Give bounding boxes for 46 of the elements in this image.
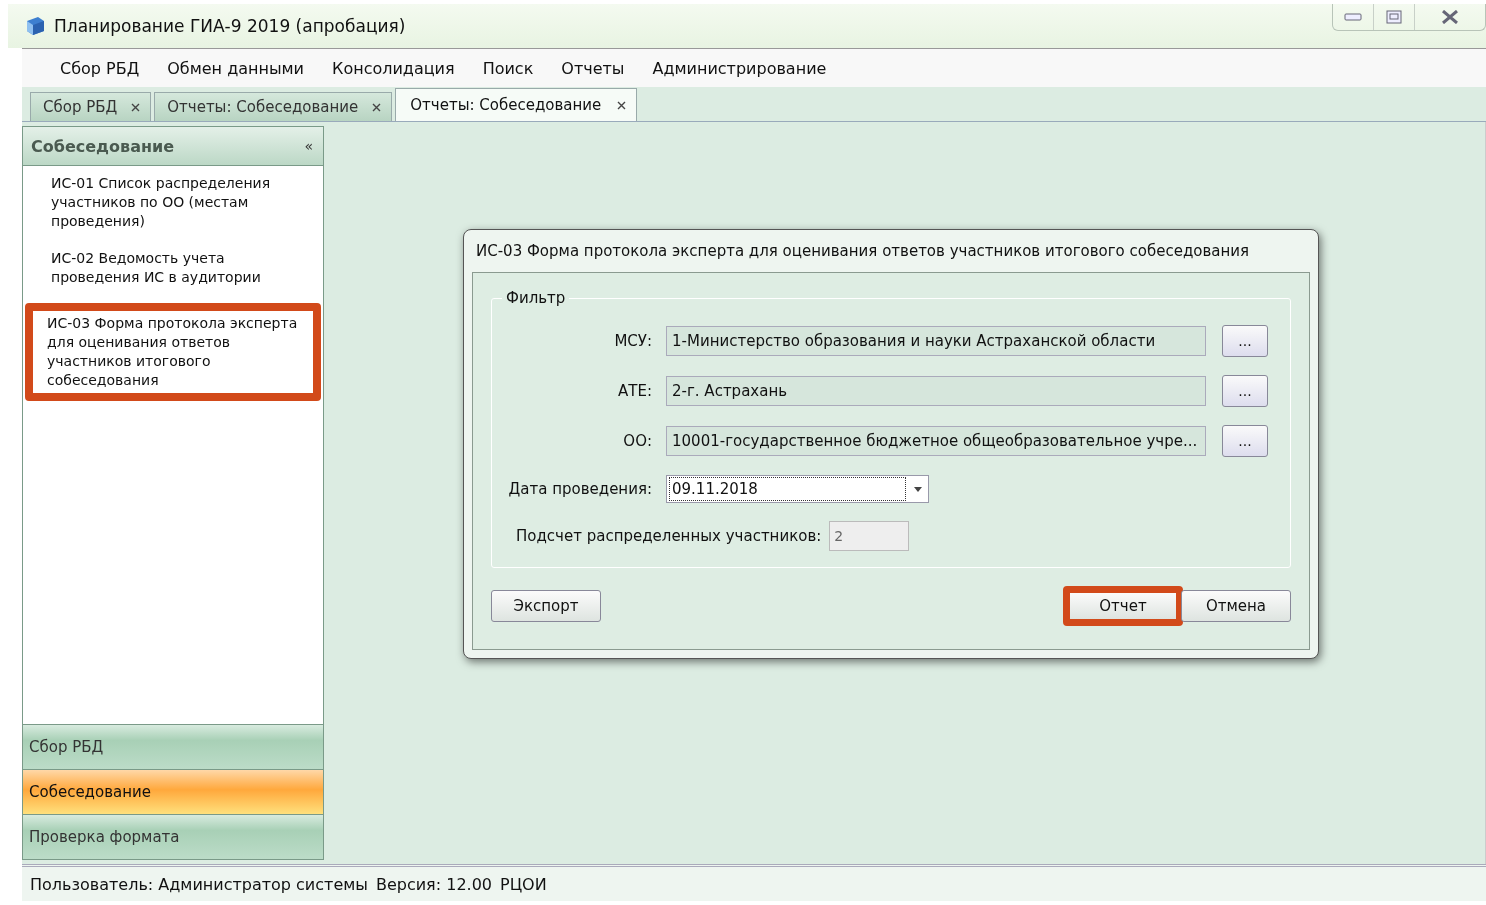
status-text: РЦОИ xyxy=(500,874,547,894)
window-title: Планирование ГИА-9 2019 (апробация) xyxy=(54,16,406,36)
date-field[interactable]: 09.11.2018 xyxy=(666,475,929,503)
status-text: Версия: 12.00 xyxy=(375,874,492,894)
panel-title: Собеседование xyxy=(31,136,175,156)
tab[interactable]: Отчеты: Собеседование xyxy=(395,88,638,121)
close-icon[interactable] xyxy=(1441,10,1459,24)
minimize-icon[interactable] xyxy=(1344,13,1362,21)
browse-button[interactable]: ... xyxy=(1222,375,1268,407)
field-label: Подсчет распределенных участников: xyxy=(516,527,822,545)
nav-section[interactable]: Сбор РБД xyxy=(23,724,323,769)
lookup-field[interactable]: 10001-государственное бюджетное общеобразовательное учре... xyxy=(666,426,1206,456)
dialog-title: ИС-03 Форма протокола эксперта для оценивания ответов участников итогового собеседования xyxy=(475,241,1251,262)
app-logo-icon xyxy=(24,15,46,37)
report-item[interactable]: ИС-03 Форма протокола эксперта для оценивания ответов участников итогового собеседования xyxy=(25,303,321,401)
dialog-button[interactable]: Экспорт xyxy=(491,590,601,622)
menu-item[interactable]: Сбор РБД xyxy=(46,58,154,78)
lookup-field[interactable]: 2-г. Астрахань xyxy=(666,376,1206,406)
tab[interactable]: Сбор РБД xyxy=(30,92,152,121)
dialog-button[interactable]: Отмена xyxy=(1181,590,1291,622)
count-field: 2 xyxy=(829,521,910,551)
dialog-button[interactable]: Отчет xyxy=(1063,586,1183,626)
maximize-icon[interactable] xyxy=(1386,10,1402,24)
tab[interactable]: Отчеты: Собеседование xyxy=(154,92,393,121)
field-label: МСУ: xyxy=(613,332,652,350)
field-label: АТЕ: xyxy=(617,382,652,400)
status-text: Пользователь: Администратор системы xyxy=(30,874,368,894)
menu-item[interactable]: Поиск xyxy=(468,58,548,78)
close-icon[interactable] xyxy=(131,102,141,112)
group-title: Фильтр xyxy=(505,289,567,307)
field-label: Дата проведения: xyxy=(507,480,652,498)
menu-item[interactable]: Администрирование xyxy=(638,58,841,78)
field-label: ОО: xyxy=(622,432,652,450)
nav-section[interactable]: Проверка формата xyxy=(23,814,323,859)
close-icon[interactable] xyxy=(372,102,382,112)
nav-section[interactable]: Собеседование xyxy=(23,769,323,814)
report-item[interactable]: ИС-02 Ведомость учета проведения ИС в аудитории xyxy=(29,247,317,289)
browse-button[interactable]: ... xyxy=(1222,425,1268,457)
browse-button[interactable]: ... xyxy=(1222,325,1268,357)
report-item[interactable]: ИС-01 Список распределения участников по ОО (местам проведения) xyxy=(29,172,317,233)
menu-item[interactable]: Обмен данными xyxy=(153,58,318,78)
close-icon[interactable] xyxy=(617,100,627,110)
collapse-button[interactable]: « xyxy=(304,138,313,154)
menu-item[interactable]: Консолидация xyxy=(318,58,469,78)
menu-item[interactable]: Отчеты xyxy=(547,58,639,78)
lookup-field[interactable]: 1-Министерство образования и науки Астраханской области xyxy=(666,326,1206,356)
